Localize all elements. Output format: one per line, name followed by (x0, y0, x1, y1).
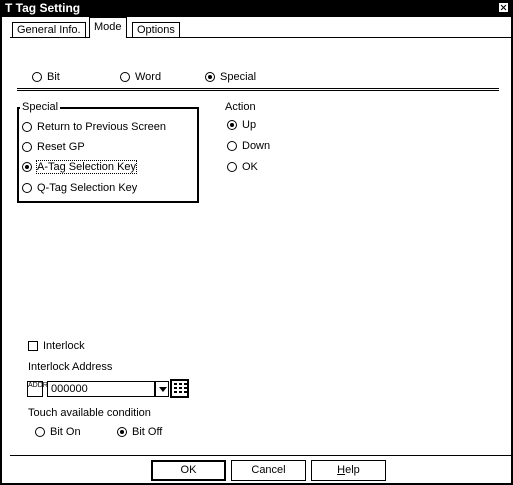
mode-radio-word[interactable]: Word (120, 71, 161, 83)
action-radio-down[interactable]: Down (227, 140, 270, 152)
action-label: Action (225, 101, 256, 113)
mode-radio-special[interactable]: Special (205, 71, 256, 83)
radio-indicator (120, 72, 130, 82)
special-radio-label: Q-Tag Selection Key (37, 182, 138, 194)
help-mnemonic: H (337, 464, 346, 476)
title-bar: T Tag Setting (2, 0, 511, 17)
touch-condition-label: Touch available condition (28, 407, 151, 419)
special-radio-label: Return to Previous Screen (37, 121, 167, 133)
keypad-key (179, 387, 182, 389)
mode-separator (17, 88, 499, 91)
special-radio-reset-gp[interactable]: Reset GP (22, 141, 85, 153)
radio-indicator (35, 427, 45, 437)
help-label-rest: elp (345, 464, 360, 476)
interlock-checkbox-label: Interlock (43, 340, 85, 352)
radio-indicator (22, 183, 32, 193)
address-icon-text: ADDR (28, 382, 48, 389)
mode-radio-special-label: Special (220, 71, 257, 83)
close-icon[interactable] (498, 2, 509, 13)
keypad-key (174, 391, 177, 393)
keypad-key (174, 383, 177, 385)
chevron-down-icon[interactable] (155, 381, 169, 397)
tab-mode[interactable]: Mode (89, 17, 127, 38)
radio-indicator (227, 162, 237, 172)
touch-radio-bit-off[interactable]: Bit Off (117, 426, 162, 438)
interlock-checkbox[interactable]: Interlock (28, 340, 85, 352)
mode-radio-bit[interactable]: Bit (32, 71, 60, 83)
keypad-key (174, 387, 177, 389)
address-input-mode-icon[interactable]: ADDR (27, 381, 48, 397)
t-tag-setting-dialog: T Tag Setting General Info. Mode Options… (0, 0, 513, 485)
action-radio-up[interactable]: Up (227, 119, 256, 131)
radio-indicator-selected (205, 72, 215, 82)
keypad-icon[interactable] (170, 379, 189, 398)
tab-strip-divider (10, 37, 511, 38)
action-radio-label: OK (242, 161, 258, 173)
special-radio-q-tag[interactable]: Q-Tag Selection Key (22, 182, 137, 194)
keypad-key (179, 383, 182, 385)
action-radio-ok[interactable]: OK (227, 161, 258, 173)
touch-radio-label: Bit Off (132, 426, 163, 438)
button-area-divider (10, 455, 511, 456)
special-radio-label: A-Tag Selection Key (35, 160, 138, 174)
radio-indicator-selected (22, 162, 32, 172)
radio-indicator (22, 142, 32, 152)
action-radio-label: Down (242, 140, 271, 152)
special-radio-a-tag[interactable]: A-Tag Selection Key (22, 160, 138, 174)
tab-options[interactable]: Options (132, 22, 180, 37)
mode-radio-bit-label: Bit (47, 71, 60, 83)
window-title: T Tag Setting (5, 1, 81, 15)
mode-radio-word-label: Word (135, 71, 162, 83)
action-radio-label: Up (242, 119, 257, 131)
special-radio-label: Reset GP (37, 141, 85, 153)
help-button[interactable]: Help (311, 460, 386, 481)
interlock-address-label: Interlock Address (28, 361, 113, 373)
keypad-key (179, 391, 182, 393)
tab-general-info[interactable]: General Info. (12, 22, 86, 37)
radio-indicator-selected (117, 427, 127, 437)
special-group-legend: Special (20, 101, 61, 113)
touch-radio-label: Bit On (50, 426, 81, 438)
checkbox-box (28, 341, 38, 351)
cancel-button[interactable]: Cancel (231, 460, 306, 481)
ok-button[interactable]: OK (151, 460, 226, 481)
touch-radio-bit-on[interactable]: Bit On (35, 426, 81, 438)
keypad-key (184, 383, 187, 385)
interlock-address-field[interactable]: 000000 (47, 381, 155, 397)
radio-indicator-selected (227, 120, 237, 130)
radio-indicator (227, 141, 237, 151)
keypad-key (184, 391, 187, 393)
keypad-key (184, 387, 187, 389)
radio-indicator (32, 72, 42, 82)
radio-indicator (22, 122, 32, 132)
special-radio-return-previous[interactable]: Return to Previous Screen (22, 121, 166, 133)
